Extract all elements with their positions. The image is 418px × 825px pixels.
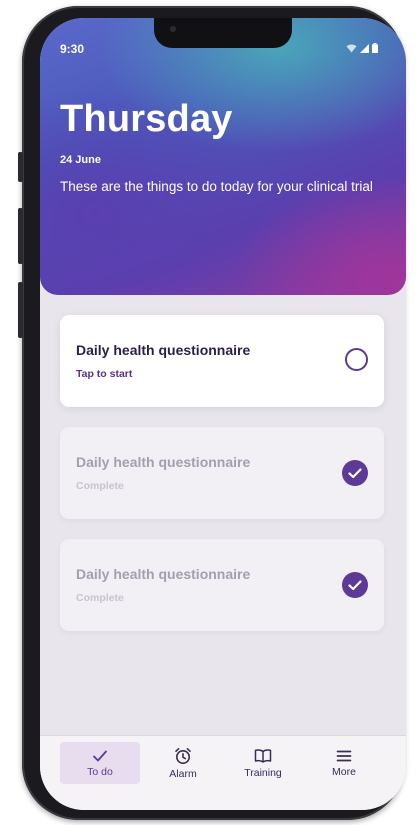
task-status: Complete <box>76 480 124 492</box>
intro-text: These are the things to do today for you… <box>60 179 373 194</box>
book-icon <box>254 748 272 763</box>
tab-training[interactable]: Training <box>223 742 303 784</box>
tab-label: More <box>332 765 356 778</box>
empty-circle-icon[interactable] <box>345 348 368 371</box>
task-card-questionnaire-3[interactable]: Daily health questionnaire Complete <box>60 539 384 631</box>
task-card-questionnaire-2[interactable]: Daily health questionnaire Complete <box>60 427 384 519</box>
task-status: Complete <box>76 592 124 604</box>
task-card-questionnaire-1[interactable]: Daily health questionnaire Tap to start <box>60 315 384 407</box>
tab-to-do[interactable]: To do <box>60 742 140 784</box>
check-icon <box>348 579 362 590</box>
task-status: Tap to start <box>76 368 133 380</box>
check-circle-icon <box>342 572 368 598</box>
camera-notch <box>154 18 292 48</box>
check-icon <box>348 467 362 478</box>
tab-label: Alarm <box>169 767 197 780</box>
phone-side-button-volume-up <box>18 208 23 264</box>
tab-label: Training <box>244 766 282 779</box>
task-title: Daily health questionnaire <box>76 342 251 358</box>
tab-more[interactable]: More <box>304 742 384 784</box>
status-icons <box>346 43 378 53</box>
phone-side-button-volume-down <box>18 282 23 338</box>
task-title: Daily health questionnaire <box>76 566 251 582</box>
check-icon <box>93 750 107 761</box>
task-title: Daily health questionnaire <box>76 454 251 470</box>
date-label: 24 June <box>60 154 101 166</box>
alarm-clock-icon <box>175 747 191 764</box>
camera-dot <box>170 26 176 32</box>
app-screen: 9:30 Thursday 24 June These are the thin… <box>40 18 406 810</box>
battery-icon <box>372 43 378 53</box>
status-time: 9:30 <box>60 42 85 56</box>
signal-icon <box>360 43 369 53</box>
tab-alarm[interactable]: Alarm <box>143 742 223 784</box>
wifi-icon <box>346 43 357 52</box>
header-panel: 9:30 Thursday 24 June These are the thin… <box>40 18 406 295</box>
tab-label: To do <box>87 765 113 778</box>
menu-icon <box>336 750 352 761</box>
phone-side-button-mute <box>18 152 23 182</box>
page-title: Thursday <box>60 98 233 140</box>
check-circle-icon <box>342 460 368 486</box>
